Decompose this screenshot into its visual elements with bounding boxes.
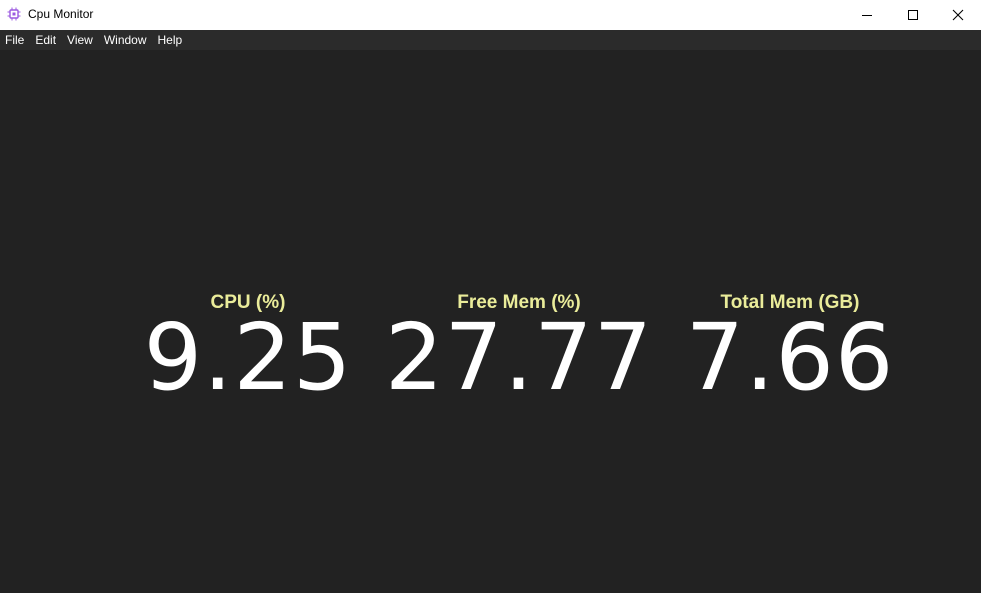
maximize-icon (908, 10, 918, 20)
menu-bar: File Edit View Window Help (0, 30, 981, 50)
cpu-chip-icon (7, 7, 21, 21)
cpu-value: 9.25 (143, 304, 353, 411)
minimize-button[interactable] (844, 0, 890, 30)
minimize-icon (862, 15, 872, 16)
total-mem-metric: Total Mem (GB) 7.66 (686, 290, 894, 406)
maximize-button[interactable] (890, 0, 936, 30)
window-title: Cpu Monitor (28, 7, 94, 21)
menu-file[interactable]: File (0, 30, 30, 50)
metrics-panel: CPU (%) 9.25 Free Mem (%) 27.77 Total Me… (0, 50, 981, 593)
title-bar: Cpu Monitor (0, 0, 981, 30)
close-button[interactable] (935, 0, 981, 30)
menu-window[interactable]: Window (99, 30, 153, 50)
menu-help[interactable]: Help (153, 30, 189, 50)
cpu-metric: CPU (%) 9.25 (144, 290, 352, 406)
menu-edit[interactable]: Edit (30, 30, 62, 50)
total-mem-value: 7.66 (685, 304, 895, 411)
close-icon (952, 9, 964, 21)
menu-view[interactable]: View (62, 30, 99, 50)
free-mem-metric: Free Mem (%) 27.77 (385, 290, 652, 406)
free-mem-value: 27.77 (384, 304, 654, 411)
